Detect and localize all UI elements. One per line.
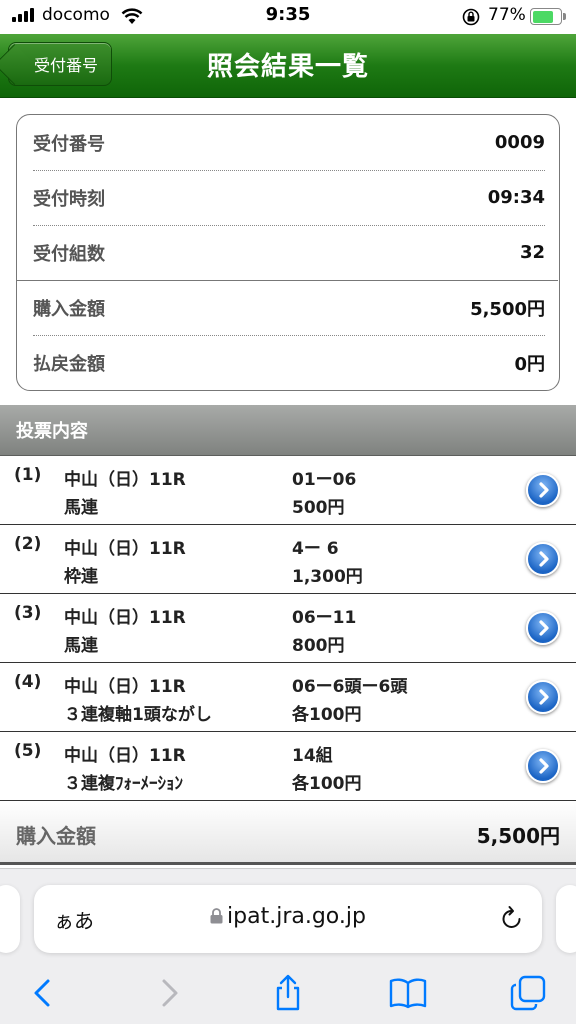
bet-number: (5) — [14, 741, 42, 761]
bet-venue: 中山（日）11R — [64, 746, 186, 766]
previous-tab-preview[interactable] — [0, 885, 20, 953]
total-value: 5,500円 — [476, 824, 560, 848]
browser-chrome: ぁあ ipat.jra.go.jp — [0, 868, 576, 1024]
tabs-icon[interactable] — [508, 973, 548, 1013]
summary-value: 32 — [519, 242, 545, 263]
total-label: 購入金額 — [16, 824, 96, 848]
summary-label: 受付時刻 — [33, 188, 105, 210]
bet-type: 馬連 — [64, 636, 98, 656]
url-text: ipat.jra.go.jp — [227, 904, 366, 929]
bet-number: (2) — [14, 534, 42, 554]
bet-row[interactable]: (1) 中山（日）11R 馬連 01ー06 500円 — [0, 457, 576, 525]
bet-combination: 14組 — [292, 746, 333, 766]
summary-label: 払戻金額 — [33, 353, 105, 375]
summary-row-receipt-time: 受付時刻 09:34 — [33, 170, 545, 225]
battery-tip — [563, 13, 566, 20]
battery-icon — [530, 8, 562, 25]
bookmarks-icon[interactable] — [388, 973, 428, 1013]
bet-number: (3) — [14, 603, 42, 623]
summary-value: 5,500円 — [470, 298, 545, 320]
bet-venue: 中山（日）11R — [64, 470, 186, 490]
status-bar: docomo 9:35 77% — [0, 0, 576, 34]
bet-venue: 中山（日）11R — [64, 539, 186, 559]
bet-venue: 中山（日）11R — [64, 677, 186, 697]
bet-number: (1) — [14, 465, 42, 485]
bet-amount: 800円 — [292, 636, 345, 656]
share-icon[interactable] — [268, 973, 308, 1013]
bet-type: 馬連 — [64, 498, 98, 518]
reload-icon[interactable] — [500, 905, 524, 931]
bet-amount: 500円 — [292, 498, 345, 518]
lock-icon — [210, 908, 223, 924]
bet-row[interactable]: (3) 中山（日）11R 馬連 06ー11 800円 — [0, 595, 576, 663]
orientation-lock-icon — [462, 8, 480, 26]
detail-arrow-icon[interactable] — [526, 542, 560, 576]
next-tab-preview[interactable] — [556, 885, 576, 953]
bet-amount: 各100円 — [292, 705, 362, 725]
bet-amount: 各100円 — [292, 774, 362, 794]
bet-type: ３連複ﾌｫｰﾒｰｼｮﾝ — [64, 774, 183, 794]
detail-arrow-icon[interactable] — [526, 749, 560, 783]
detail-arrow-icon[interactable] — [526, 611, 560, 645]
bet-venue: 中山（日）11R — [64, 608, 186, 628]
forward-arrow-icon[interactable] — [148, 973, 188, 1013]
page-title: 照会結果一覧 — [206, 52, 369, 82]
detail-arrow-icon[interactable] — [526, 680, 560, 714]
summary-row-payout-amount: 払戻金額 0円 — [33, 335, 545, 390]
total-row: 購入金額 5,500円 — [0, 801, 576, 865]
bet-row[interactable]: (5) 中山（日）11R ３連複ﾌｫｰﾒｰｼｮﾝ 14組 各100円 — [0, 733, 576, 801]
bet-combination: 01ー06 — [292, 470, 357, 490]
back-arrow-icon[interactable] — [24, 973, 64, 1013]
bet-row[interactable]: (2) 中山（日）11R 枠連 4ー 6 1,300円 — [0, 526, 576, 594]
summary-card: 受付番号 0009 受付時刻 09:34 受付組数 32 購入金額 5,500円… — [16, 114, 560, 391]
screen: docomo 9:35 77% 受付番号 照会結果一覧 受付番号 0009 受付… — [0, 0, 576, 1024]
address-bar[interactable]: ぁあ ipat.jra.go.jp — [34, 885, 542, 953]
bet-combination: 4ー 6 — [292, 539, 339, 559]
app-header: 受付番号 照会結果一覧 — [0, 34, 576, 98]
bet-row[interactable]: (4) 中山（日）11R ３連複軸1頭ながし 06ー6頭ー6頭 各100円 — [0, 664, 576, 732]
battery-percent: 77% — [488, 5, 526, 25]
summary-value: 0009 — [494, 132, 545, 153]
bet-combination: 06ー6頭ー6頭 — [292, 677, 408, 697]
summary-value: 0円 — [514, 353, 545, 375]
summary-row-purchase-amount: 購入金額 5,500円 — [33, 280, 545, 335]
summary-label: 受付組数 — [33, 243, 105, 265]
section-header: 投票内容 — [0, 405, 576, 456]
bet-amount: 1,300円 — [292, 567, 363, 587]
summary-label: 受付番号 — [33, 133, 105, 155]
summary-row-receipt-number: 受付番号 0009 — [33, 115, 545, 170]
bet-combination: 06ー11 — [292, 608, 357, 628]
summary-label: 購入金額 — [33, 298, 105, 320]
summary-row-set-count: 受付組数 32 — [33, 225, 545, 280]
summary-value: 09:34 — [487, 187, 545, 208]
bet-number: (4) — [14, 672, 42, 692]
url-display[interactable]: ipat.jra.go.jp — [34, 904, 542, 929]
bet-type: ３連複軸1頭ながし — [64, 705, 212, 725]
detail-arrow-icon[interactable] — [526, 473, 560, 507]
bet-type: 枠連 — [64, 567, 98, 587]
